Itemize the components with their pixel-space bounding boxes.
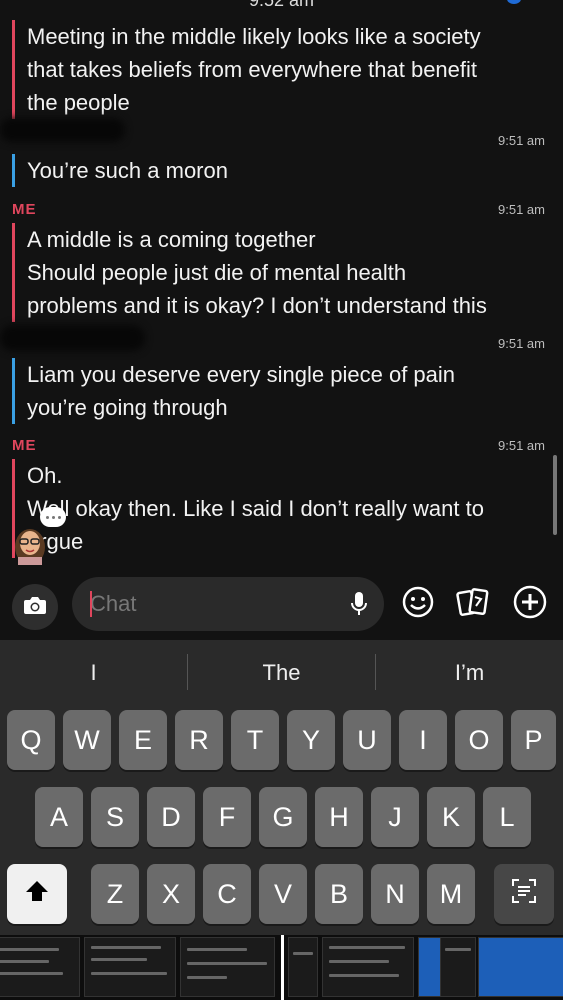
suggestion-item[interactable]: I [0,640,187,706]
key[interactable]: R [175,710,223,770]
key[interactable]: H [315,787,363,847]
message-line: Well okay then. Like I said I don’t real… [27,496,484,521]
sticker-cards-icon [456,586,490,623]
stickers-button[interactable] [455,586,491,622]
message-line: A middle is a coming together [27,227,316,252]
camera-button[interactable] [12,584,58,630]
predictive-bar: I The I’m [0,640,563,706]
message-line: argue [27,529,84,554]
redacted-name [0,118,125,142]
text-cursor [90,591,92,617]
redacted-name [0,325,145,351]
key[interactable]: G [259,787,307,847]
emoji-button[interactable] [400,586,436,622]
text-scan-icon [510,877,538,912]
plus-circle-icon [513,585,547,624]
message-line: Meeting in the middle likely looks like … [27,24,481,49]
shift-key[interactable] [7,864,67,924]
message-timestamp: 9:51 am [498,438,545,453]
sender-label-me: ME [12,437,37,454]
microphone-icon[interactable] [350,591,368,622]
message-line: Oh. [27,463,63,488]
chat-input-field[interactable] [72,577,384,631]
key[interactable]: A [35,787,83,847]
key[interactable]: E [119,710,167,770]
thumbnail[interactable] [322,937,414,997]
message-line: You’re such a moron [27,158,228,183]
thumbnail[interactable] [478,937,563,997]
chat-input[interactable] [90,589,330,619]
key[interactable]: V [259,864,307,924]
message-line: that takes beliefs from everywhere that … [27,57,478,82]
chat-message[interactable]: Liam you deserve every single piece of p… [12,358,547,424]
add-button[interactable] [512,585,548,624]
thumbnail[interactable] [84,937,176,997]
key[interactable]: X [147,864,195,924]
chat-thread[interactable]: 9:52 am Meeting in the middle likely loo… [0,0,563,570]
chat-message[interactable]: Oh. Well okay then. Like I said I don’t … [12,459,547,558]
message-timestamp: 9:51 am [498,133,545,148]
message-line: the people [27,90,130,115]
key[interactable]: O [455,710,503,770]
sender-label-me: ME [12,201,37,218]
keyboard: I The I’m Q W E R T Y U I O P A S D F G … [0,640,563,935]
message-line: Should people just die of mental health [27,260,407,285]
key[interactable]: N [371,864,419,924]
message-line: you’re going through [27,395,228,420]
status-time: 9:52 am [248,0,315,10]
thumbnail[interactable] [180,937,275,997]
text-scan-key[interactable] [494,864,554,924]
message-composer [0,570,563,640]
key[interactable]: M [427,864,475,924]
key[interactable]: K [427,787,475,847]
key[interactable]: I [399,710,447,770]
chat-scrollbar[interactable] [553,455,557,535]
emoji-icon [402,586,434,623]
key[interactable]: D [147,787,195,847]
key[interactable]: Z [91,864,139,924]
typing-bitmoji-avatar [8,505,68,565]
key[interactable]: L [483,787,531,847]
message-timestamp: 9:51 am [498,336,545,351]
suggestion-item[interactable]: The [188,640,375,706]
thumbnail[interactable] [440,937,476,997]
app-switcher-strip[interactable] [0,935,563,1000]
chat-message[interactable]: Meeting in the middle likely looks like … [12,20,547,119]
key[interactable]: T [231,710,279,770]
suggestion-item[interactable]: I’m [376,640,563,706]
message-line: Liam you deserve every single piece of p… [27,362,456,387]
key[interactable]: C [203,864,251,924]
key[interactable]: S [91,787,139,847]
thumbnail[interactable] [0,937,80,997]
key[interactable]: Q [7,710,55,770]
chat-message[interactable]: You’re such a moron [12,154,547,187]
key[interactable]: J [371,787,419,847]
typing-bubble-icon [40,507,66,527]
message-line: problems and it is okay? I don’t underst… [27,293,487,318]
key[interactable]: B [315,864,363,924]
thumbnail[interactable] [288,937,318,997]
key[interactable]: U [343,710,391,770]
message-timestamp: 9:51 am [498,202,545,217]
key[interactable]: Y [287,710,335,770]
chat-message[interactable]: A middle is a coming together Should peo… [12,223,547,322]
camera-icon [23,595,47,620]
key[interactable]: P [511,710,556,770]
key[interactable]: W [63,710,111,770]
scrub-position-marker [281,935,284,1000]
shift-arrow-icon [24,878,50,911]
key[interactable]: F [203,787,251,847]
